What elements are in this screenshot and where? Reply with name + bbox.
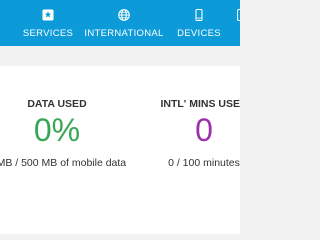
nav-item-devices[interactable]: DEVICES	[170, 0, 228, 46]
nav-item-international[interactable]: INTERNATIONAL	[84, 0, 164, 46]
nav-item-services[interactable]: SERVICES	[10, 0, 86, 46]
mobile-phone-icon	[195, 9, 203, 21]
intl-mins-used-title: INTL' MINS USED	[160, 98, 240, 110]
nav-label-international: INTERNATIONAL	[84, 28, 164, 39]
nav-label-partial: B	[228, 28, 241, 39]
nav-label-services: SERVICES	[22, 28, 74, 39]
data-used-detail: 0 MB / 500 MB of mobile data	[0, 157, 127, 169]
usage-summary-card: DATA USED 0% 0 MB / 500 MB of mobile dat…	[0, 66, 240, 234]
intl-mins-used-detail: 0 / 100 minutes	[168, 157, 240, 169]
nav-item-partial[interactable]: B	[228, 0, 240, 46]
partial-icon	[237, 9, 240, 21]
intl-mins-used-value: 0	[195, 112, 213, 148]
data-used-title: DATA USED	[27, 98, 87, 110]
top-navigation-bar: SERVICES INTERNATIONAL DEVICES B	[0, 0, 240, 46]
globe-icon	[118, 9, 130, 21]
gray-spacer	[0, 46, 240, 66]
services-icon	[42, 9, 54, 21]
nav-label-devices: DEVICES	[177, 28, 221, 39]
data-used-value: 0%	[33, 112, 81, 148]
